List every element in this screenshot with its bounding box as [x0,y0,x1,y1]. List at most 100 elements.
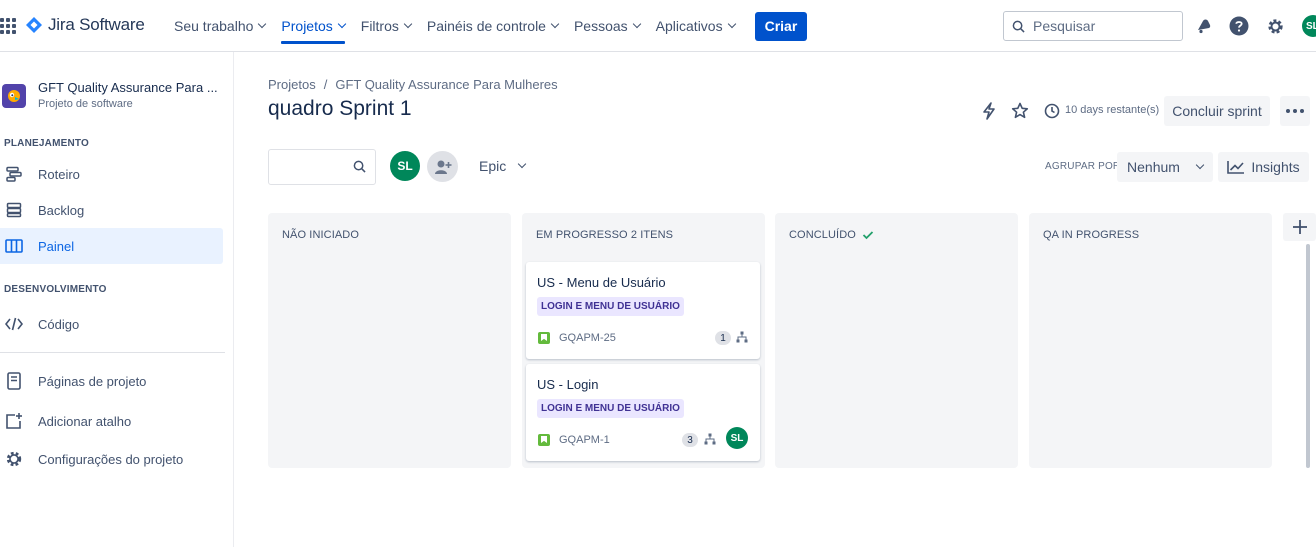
user-avatar[interactable]: SL [1302,15,1316,37]
notifications-icon[interactable] [1193,15,1215,37]
chevron-down-icon [517,159,527,169]
sidebar-item-codigo[interactable]: Código [0,306,223,342]
board-column-concluido: CONCLUÍDO [775,213,1018,468]
nav-label: Painéis de controle [426,18,546,34]
project-info: GFT Quality Assurance Para ... Projeto d… [38,80,218,110]
code-icon [4,314,24,334]
more-icon [1286,109,1304,113]
nav-paineis[interactable]: Painéis de controle [419,0,566,52]
planning-section-title: PLANEJAMENTO [4,138,90,149]
issue-key[interactable]: GQAPM-1 [559,434,610,446]
plus-icon [1292,220,1307,234]
assignee-filter-avatar[interactable]: SL [390,151,420,181]
nav-pessoas[interactable]: Pessoas [566,0,648,52]
breadcrumb-separator: / [323,77,328,92]
story-points-badge: 1 [715,331,731,345]
issue-card[interactable]: US - Menu de Usuário LOGIN E MENU DE USU… [526,262,760,359]
insights-button[interactable]: Insights [1218,152,1309,182]
column-title: QA IN PROGRESS [1043,229,1139,241]
search-input[interactable]: Pesquisar [1003,11,1183,41]
project-avatar [2,84,26,108]
group-by-dropdown[interactable]: Nenhum [1117,152,1213,182]
primary-nav: Seu trabalho Projetos Filtros Painéis de… [166,0,808,52]
chevron-down-icon [403,19,413,29]
sidebar-item-configuracoes[interactable]: Configurações do projeto [0,441,223,477]
board-scrollbar[interactable] [1306,244,1310,468]
sidebar-item-label: Backlog [38,202,85,218]
sidebar-item-label: Páginas de projeto [38,373,147,389]
search-icon [353,160,366,173]
sidebar-item-painel[interactable]: Painel [0,228,223,264]
sidebar-divider [0,352,225,353]
add-people-button[interactable] [427,151,458,182]
create-button[interactable]: Criar [754,11,808,41]
board-column-em-progresso: EM PROGRESSO 2 ITENS US - Menu de Usuári… [522,213,765,468]
insights-chart-icon [1227,161,1245,174]
help-icon[interactable] [1228,15,1250,37]
issue-key[interactable]: GQAPM-25 [559,332,616,344]
card-title: US - Menu de Usuário [537,275,666,290]
breadcrumb-project[interactable]: GFT Quality Assurance Para Mulheres [335,77,557,92]
gear-icon [4,449,24,469]
nav-projetos[interactable]: Projetos [273,0,352,52]
days-remaining: 10 days restante(s) [1065,104,1160,116]
nav-filtros[interactable]: Filtros [353,0,419,52]
backlog-icon [4,200,24,220]
page-title: quadro Sprint 1 [268,97,412,120]
story-icon [538,434,550,446]
complete-sprint-button[interactable]: Concluir sprint [1164,96,1270,126]
issue-card[interactable]: US - Login LOGIN E MENU DE USUÁRIO GQAPM… [526,364,760,461]
nav-label: Filtros [360,18,399,34]
sidebar-item-backlog[interactable]: Backlog [0,192,223,228]
breadcrumb: Projetos / GFT Quality Assurance Para Mu… [268,77,558,92]
epic-filter-dropdown[interactable]: Epic [479,158,527,174]
subtask-hierarchy-icon [704,433,716,445]
nav-seu-trabalho[interactable]: Seu trabalho [166,0,273,52]
automation-icon[interactable] [978,100,1000,122]
group-by-label: AGRUPAR POR [1045,161,1121,172]
column-title: CONCLUÍDO [789,229,874,241]
epic-filter-label: Epic [479,158,507,174]
epic-badge[interactable]: LOGIN E MENU DE USUÁRIO [537,297,684,316]
column-title: NÃO INICIADO [282,229,359,241]
sidebar-item-paginas[interactable]: Páginas de projeto [0,363,223,399]
chevron-down-icon [1195,160,1205,170]
project-sidebar: GFT Quality Assurance Para ... Projeto d… [0,52,234,547]
nav-label: Pessoas [573,18,628,34]
add-column-button[interactable] [1283,213,1316,241]
sidebar-item-label: Adicionar atalho [38,413,132,429]
board-search-input[interactable] [268,149,376,185]
column-title-text: CONCLUÍDO [789,229,856,241]
chevron-down-icon [258,19,267,29]
insights-label: Insights [1251,159,1300,175]
sidebar-item-roteiro[interactable]: Roteiro [0,156,223,192]
sidebar-item-label: Código [38,316,80,332]
page-icon [4,371,24,391]
nav-label: Seu trabalho [174,18,254,34]
project-type: Projeto de software [38,98,133,110]
chevron-down-icon [727,19,736,29]
sidebar-item-adicionar-atalho[interactable]: Adicionar atalho [0,403,223,439]
group-by-value: Nenhum [1127,159,1180,175]
story-icon [538,332,550,344]
chevron-down-icon [632,19,641,29]
project-header[interactable]: GFT Quality Assurance Para ... Projeto d… [0,80,218,110]
product-name: Jira Software [48,15,145,34]
more-actions-button[interactable] [1280,96,1310,126]
column-title-text: QA IN PROGRESS [1043,229,1140,241]
jira-logo[interactable]: Jira Software [26,15,145,35]
search-icon [1012,20,1025,33]
star-icon[interactable] [1009,100,1031,122]
chevron-down-icon [337,19,347,29]
settings-icon[interactable] [1264,15,1286,37]
app-switcher-icon[interactable] [0,18,16,34]
breadcrumb-projetos[interactable]: Projetos [268,77,316,92]
sidebar-item-label: Painel [38,238,75,254]
top-navigation: Jira Software Seu trabalho Projetos Filt… [0,0,1316,52]
nav-label: Projetos [281,18,333,34]
assignee-avatar[interactable]: SL [726,427,748,449]
epic-badge[interactable]: LOGIN E MENU DE USUÁRIO [537,399,684,418]
sidebar-item-label: Configurações do projeto [38,451,184,467]
project-name: GFT Quality Assurance Para ... [38,80,218,95]
nav-aplicativos[interactable]: Aplicativos [648,0,743,52]
